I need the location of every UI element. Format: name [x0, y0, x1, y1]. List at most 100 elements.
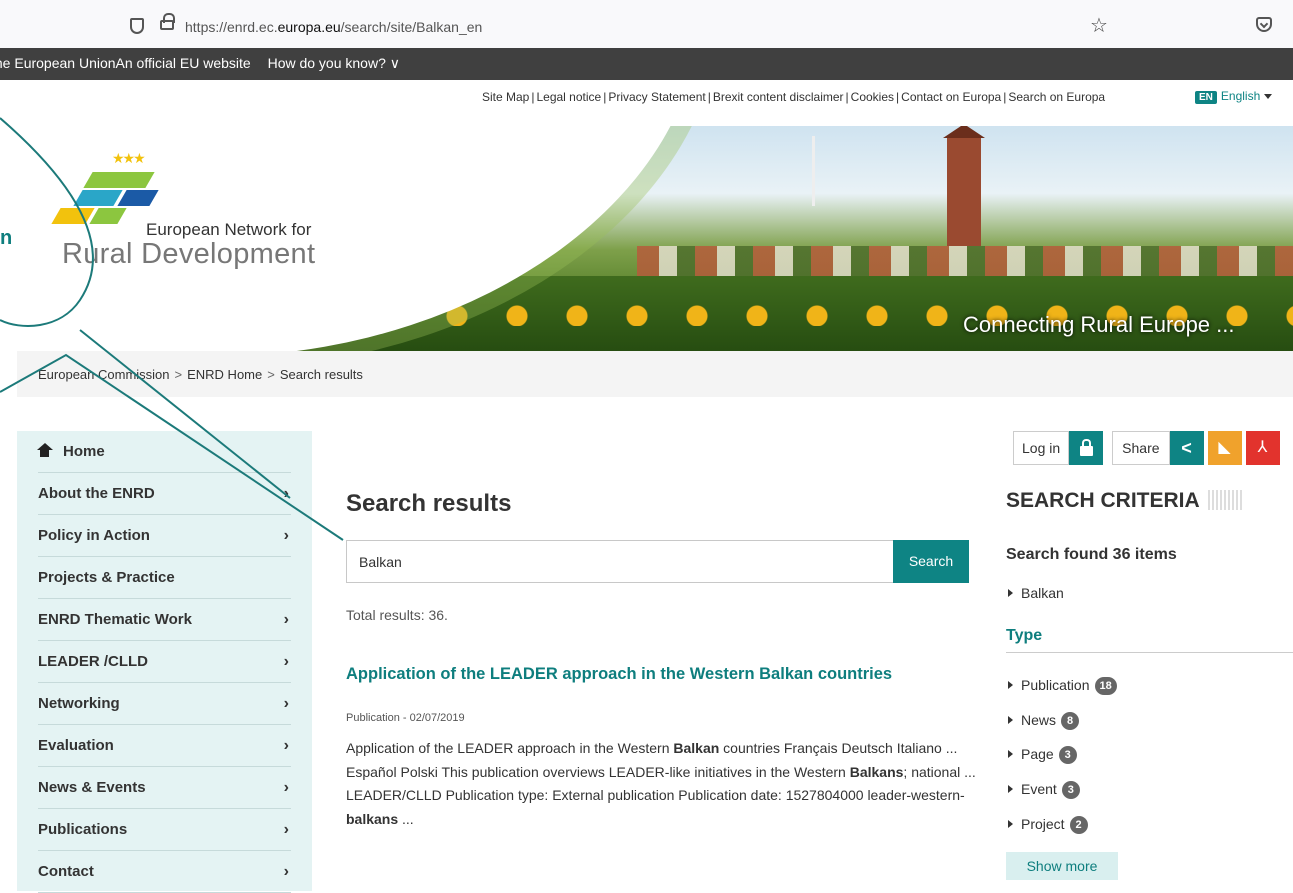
cropped-edge-text: n [0, 227, 13, 249]
type-filter-news[interactable]: News 8 [1008, 712, 1080, 730]
chevron-right-icon: › [283, 652, 289, 670]
brand-line-1: European Network for [146, 220, 312, 239]
search-term-filter[interactable]: Balkan [1008, 585, 1064, 601]
highlighted-term: balkans [346, 810, 399, 827]
triangle-right-icon [1008, 750, 1013, 758]
chevron-right-icon: › [283, 820, 289, 838]
browser-url-bar: https://enrd.ec.europa.eu/search/site/Ba… [0, 0, 1293, 48]
utility-link[interactable]: Cookies [851, 90, 894, 104]
page-tools: Log in Share < ◣ ⅄ [1013, 431, 1280, 465]
utility-link[interactable]: Legal notice [536, 90, 601, 104]
share-icon[interactable]: < [1169, 431, 1204, 465]
chevron-right-icon: › [283, 778, 289, 796]
breadcrumb: European Commission > ENRD Home > Search res… [17, 351, 1293, 397]
snippet-text: Application of the LEADER approach in th… [346, 740, 674, 756]
type-filter-label: Event [1021, 781, 1057, 797]
highlighted-term: Balkan [673, 740, 720, 756]
count-badge: 8 [1061, 712, 1080, 730]
sidebar-item-enrd-thematic-work[interactable]: ENRD Thematic Work › [38, 599, 291, 641]
type-filter-label: Publication [1021, 677, 1090, 693]
sidebar-nav: Home About the ENRD › Policy in Action › Pro… [17, 431, 312, 893]
sidebar-item-label: Policy in Action [38, 527, 150, 544]
how-do-you-know-link[interactable]: How do you know? ∨ [268, 48, 400, 78]
shield-icon[interactable] [130, 18, 144, 34]
breadcrumb-current: Search results [279, 367, 363, 382]
sidebar-item-publications[interactable]: Publications › [38, 809, 291, 851]
type-filter-publication[interactable]: Publication 18 [1008, 677, 1117, 695]
sidebar-item-label: Networking [38, 695, 120, 712]
sidebar-item-projects-practice[interactable]: Projects & Practice [38, 557, 291, 599]
language-selector[interactable]: EN English [1195, 89, 1273, 104]
total-results: Total results: 36. [346, 607, 448, 623]
address-bar-url[interactable]: https://enrd.ec.europa.eu/search/site/Ba… [185, 19, 482, 35]
sidebar-item-contact[interactable]: Contact › [38, 851, 291, 893]
breadcrumb-european-commission[interactable]: European Commission [38, 367, 170, 382]
sidebar-item-label: Contact [38, 863, 94, 880]
search-button[interactable]: Search [893, 540, 969, 583]
language-label: English [1220, 89, 1261, 103]
result-snippet: Application of the LEADER approach in th… [346, 737, 976, 831]
eu-official-bar: the European UnionAn official EU website… [0, 48, 1293, 80]
type-filter-label: Project [1021, 816, 1065, 832]
sidebar-item-label: Publications [38, 821, 128, 838]
home-icon [37, 442, 53, 458]
sidebar-item-leader-clld[interactable]: LEADER /CLLD › [38, 641, 291, 683]
lock-icon[interactable] [1069, 431, 1104, 465]
sidebar-item-label: Evaluation [38, 737, 114, 754]
lock-icon[interactable] [160, 13, 175, 30]
search-input[interactable]: Balkan [346, 540, 893, 583]
chevron-right-icon: › [283, 610, 289, 628]
utility-link[interactable]: Brexit content disclaimer [713, 90, 844, 104]
pdf-icon[interactable]: ⅄ [1245, 431, 1280, 465]
breadcrumb-enrd-home[interactable]: ENRD Home [187, 367, 262, 382]
triangle-right-icon [1008, 716, 1013, 724]
language-code-badge: EN [1195, 91, 1217, 104]
sidebar-item-policy-in-action[interactable]: Policy in Action › [38, 515, 291, 557]
church-tower-image [943, 126, 985, 246]
result-title-link[interactable]: Application of the LEADER approach in th… [346, 665, 946, 684]
type-filter-label: News [1021, 712, 1057, 728]
type-filter-page[interactable]: Page 3 [1008, 746, 1077, 764]
page-title: Search results [346, 490, 512, 517]
sidebar-item-news-events[interactable]: News & Events › [38, 767, 291, 809]
highlighted-term: Balkans [849, 763, 904, 780]
type-filter-label: Page [1021, 746, 1054, 762]
pocket-icon[interactable] [1256, 17, 1272, 32]
type-filter-event[interactable]: Event 3 [1008, 781, 1080, 799]
sidebar-item-label: News & Events [38, 779, 146, 796]
count-badge: 3 [1061, 781, 1080, 799]
sidebar-item-label: Projects & Practice [38, 569, 175, 586]
triangle-right-icon [1008, 589, 1013, 597]
rss-icon[interactable]: ◣ [1207, 431, 1242, 465]
sidebar-item-networking[interactable]: Networking › [38, 683, 291, 725]
utility-link[interactable]: Site Map [482, 90, 529, 104]
chevron-right-icon: › [283, 484, 289, 502]
result-meta: Publication - 02/07/2019 [346, 712, 465, 724]
utility-link[interactable]: Privacy Statement [608, 90, 705, 104]
sidebar-item-home[interactable]: Home [37, 431, 291, 473]
count-badge: 18 [1094, 677, 1117, 695]
brand-line-2: Rural Development [62, 238, 316, 270]
search-found-count: Search found 36 items [1006, 546, 1177, 563]
share-button[interactable]: Share [1112, 431, 1170, 465]
sidebar-item-label: About the ENRD [38, 485, 155, 502]
sidebar-item-evaluation[interactable]: Evaluation › [38, 725, 291, 767]
bookmark-star-icon[interactable]: ☆ [1090, 13, 1108, 38]
type-heading: Type [1006, 627, 1043, 644]
pattern-decoration [1207, 490, 1244, 510]
login-button[interactable]: Log in [1013, 431, 1070, 465]
utility-link[interactable]: Search on Europa [1008, 90, 1105, 104]
triangle-right-icon [1008, 681, 1013, 689]
utility-links: Site Map | Legal notice | Privacy Statement |… [482, 90, 1106, 104]
chevron-right-icon: › [283, 526, 289, 544]
chevron-right-icon: › [283, 694, 289, 712]
utility-link[interactable]: Contact on Europa [901, 90, 1001, 104]
sidebar-item-about-the-enrd[interactable]: About the ENRD › [38, 473, 291, 515]
stars-icon: ★★★ [112, 150, 146, 166]
type-filter-project[interactable]: Project 2 [1008, 816, 1088, 834]
sidebar-item-label: LEADER /CLLD [38, 653, 148, 670]
show-more-button[interactable]: Show more [1006, 852, 1118, 880]
snippet-text: ... [398, 810, 414, 827]
search-criteria-title: SEARCH CRITERIA [1006, 489, 1244, 513]
count-badge: 3 [1058, 746, 1077, 764]
